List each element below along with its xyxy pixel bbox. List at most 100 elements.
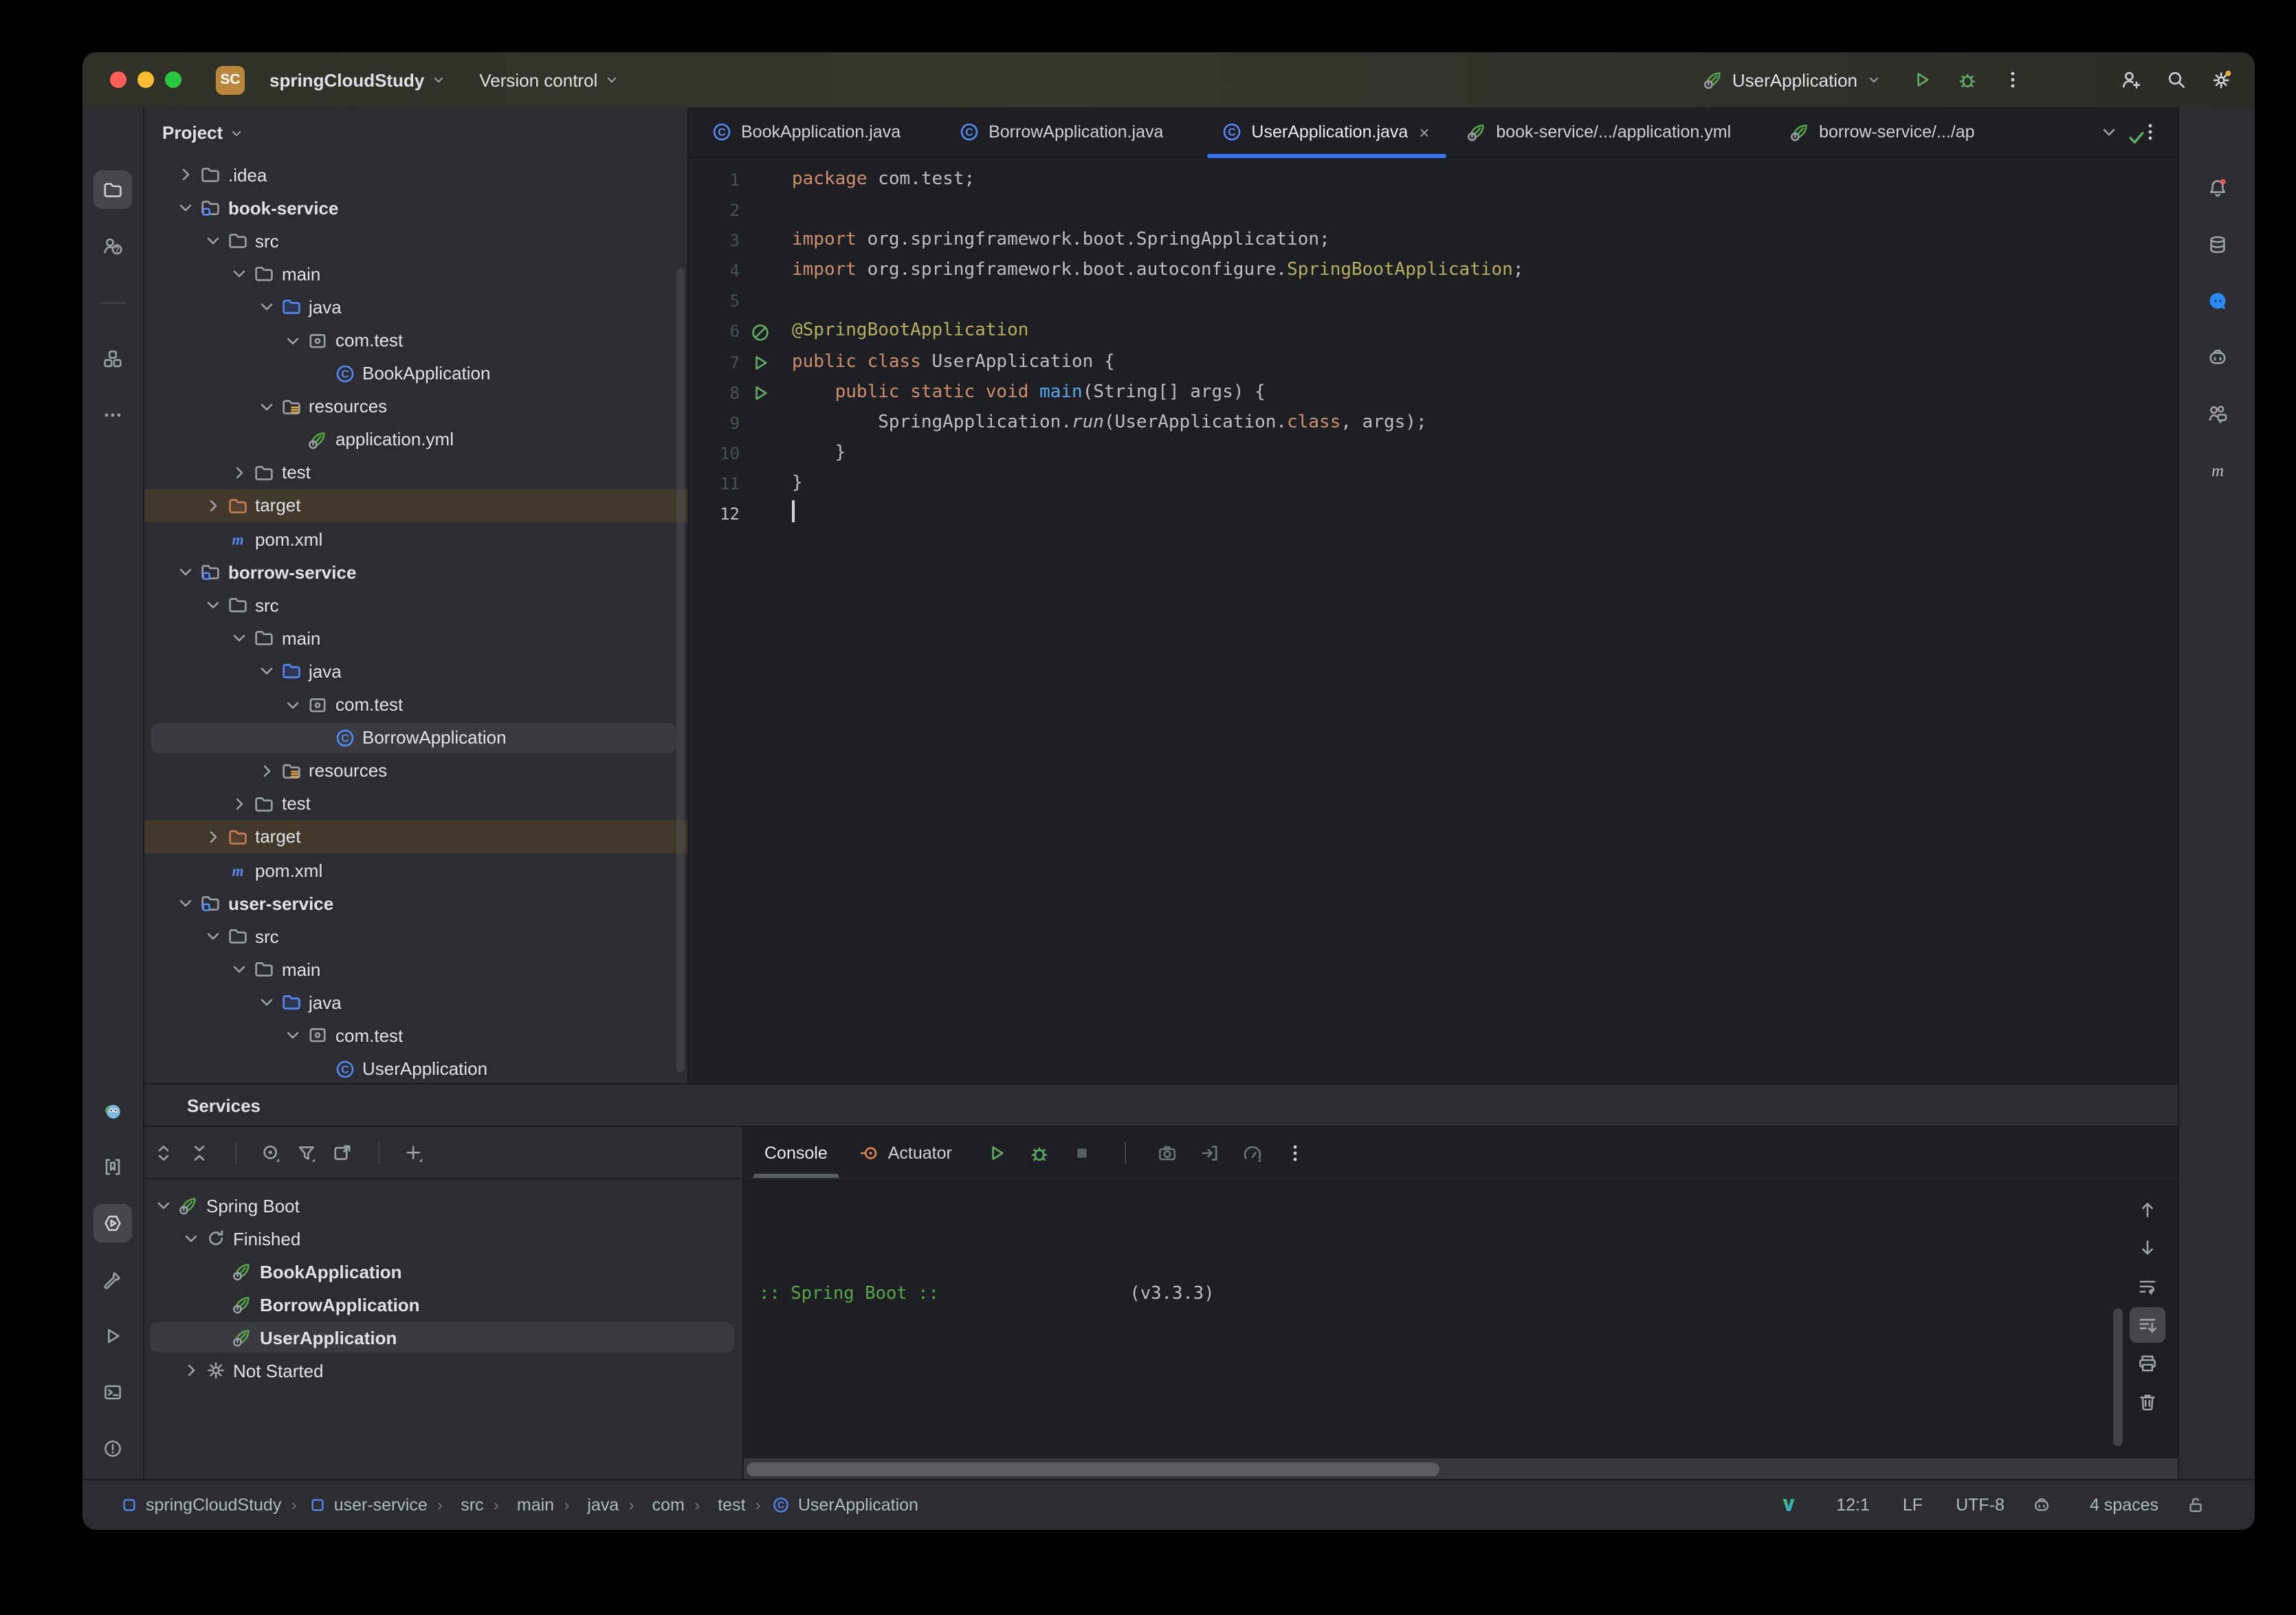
project-switcher[interactable]: springCloudStudy	[261, 64, 454, 96]
bell-icon[interactable]	[2198, 169, 2236, 208]
minimize-window-button[interactable]	[137, 71, 154, 88]
editor-tab[interactable]: C BookApplication.java	[694, 107, 942, 157]
target-icon[interactable]	[257, 1139, 285, 1166]
print-icon[interactable]	[2130, 1346, 2165, 1381]
newTab-icon[interactable]	[329, 1139, 356, 1166]
tab-console[interactable]: Console	[749, 1127, 843, 1178]
statusbar-widget[interactable]	[2186, 1495, 2211, 1515]
close-window-button[interactable]	[110, 71, 126, 88]
tree-item[interactable]: resources	[144, 754, 687, 787]
tree-chevron-icon[interactable]	[282, 1025, 304, 1047]
debug-icon[interactable]	[1026, 1139, 1054, 1166]
tree-item[interactable]: user-service	[144, 887, 687, 920]
tree-chevron-icon[interactable]	[255, 992, 277, 1014]
userHelp-icon[interactable]: ?	[93, 227, 132, 265]
tree-item[interactable]: m pom.xml	[144, 522, 687, 555]
stop-icon[interactable]	[1069, 1139, 1096, 1166]
console-horizontal-scrollbar[interactable]	[744, 1458, 2178, 1480]
trash-icon[interactable]	[2130, 1384, 2165, 1420]
tree-item[interactable]: target	[144, 820, 687, 854]
servicesIcon-icon[interactable]	[93, 1204, 132, 1243]
more-icon[interactable]	[93, 396, 132, 434]
more-actions-icon[interactable]	[1999, 66, 2027, 93]
expandAll-icon[interactable]	[150, 1139, 177, 1166]
tree-chevron-icon[interactable]	[255, 759, 277, 781]
tree-item[interactable]: target	[144, 489, 687, 523]
tree-chevron-icon[interactable]	[228, 793, 250, 815]
run-icon[interactable]	[742, 351, 777, 373]
tree-item[interactable]: m pom.xml	[144, 854, 687, 887]
kebab-icon[interactable]	[1282, 1139, 1310, 1166]
collapseAll-icon[interactable]	[186, 1139, 213, 1166]
statusbar-widget[interactable]: LF	[1897, 1495, 1923, 1515]
breadcrumb-item[interactable]: › src	[433, 1495, 484, 1515]
tree-item[interactable]: main	[144, 258, 687, 291]
run-icon[interactable]	[742, 381, 777, 403]
tree-chevron-icon[interactable]	[228, 959, 250, 981]
breadcrumb-item[interactable]: › C UserApplication	[751, 1495, 918, 1515]
service-item[interactable]: UserApplication	[144, 1321, 742, 1354]
statusbar-widget[interactable]	[1778, 1495, 1803, 1515]
down-icon[interactable]	[2130, 1230, 2165, 1266]
breadcrumb-item[interactable]: › test	[690, 1495, 746, 1515]
search-everywhere-icon[interactable]	[2163, 66, 2190, 93]
breadcrumb-item[interactable]: › user-service	[287, 1495, 428, 1515]
tree-item[interactable]: com.test	[144, 324, 687, 357]
breadcrumb-item[interactable]: › java	[560, 1495, 619, 1515]
breadcrumb-item[interactable]: › main	[489, 1495, 555, 1515]
debug-button[interactable]	[1954, 66, 1981, 93]
sep-icon[interactable]	[221, 1139, 249, 1166]
statusbar-widget[interactable]: UTF-8	[1950, 1495, 2005, 1515]
project-panel-header[interactable]: Project	[144, 107, 687, 158]
softwrap-icon[interactable]	[2130, 1269, 2165, 1304]
camera-icon[interactable]	[1154, 1139, 1182, 1166]
sep-icon[interactable]	[1112, 1139, 1139, 1166]
tree-item[interactable]: resources	[144, 390, 687, 423]
service-item[interactable]: Finished	[144, 1222, 742, 1255]
hidden-tabs-chevron-icon[interactable]	[2098, 121, 2120, 143]
tree-item[interactable]: .idea	[144, 158, 687, 191]
terminal-icon[interactable]	[93, 1373, 132, 1412]
tree-chevron-icon[interactable]	[228, 462, 250, 484]
project-tree-scrollbar[interactable]	[676, 268, 685, 1072]
close-tab-icon[interactable]: ×	[1419, 122, 1433, 142]
breadcrumb-item[interactable]: › com	[624, 1495, 685, 1515]
tree-item[interactable]: main	[144, 953, 687, 986]
run-configuration-selector[interactable]: UserApplication	[1694, 67, 1890, 92]
tree-item[interactable]: test	[144, 788, 687, 821]
service-item[interactable]: Spring Boot	[144, 1189, 742, 1222]
mascot-icon[interactable]	[93, 1091, 132, 1130]
tree-chevron-icon[interactable]	[175, 197, 197, 219]
tree-item[interactable]: src	[144, 224, 687, 257]
statusbar-widget[interactable]: 12:1	[1831, 1495, 1870, 1515]
tree-item[interactable]: java	[144, 655, 687, 688]
tree-chevron-icon[interactable]	[179, 1227, 201, 1249]
filter-icon[interactable]	[293, 1139, 320, 1166]
tab-actuator[interactable]: Actuator	[843, 1127, 967, 1178]
console-output[interactable]: :: Spring Boot :: (v3.3.3) 2024-08-25T17…	[744, 1178, 2117, 1453]
tree-item[interactable]: com.test	[144, 1019, 687, 1052]
tree-item[interactable]: borrow-service	[144, 555, 687, 588]
problems-icon[interactable]	[93, 1429, 132, 1468]
tree-item[interactable]: java	[144, 291, 687, 324]
db-icon[interactable]	[2198, 225, 2236, 264]
tree-item[interactable]: com.test	[144, 688, 687, 721]
tree-item[interactable]: java	[144, 986, 687, 1019]
export-icon[interactable]	[1197, 1139, 1224, 1166]
tree-item[interactable]: book-service	[144, 191, 687, 224]
tree-item[interactable]: C BorrowApplication	[144, 721, 687, 754]
service-item[interactable]: BorrowApplication	[144, 1288, 742, 1321]
tree-chevron-icon[interactable]	[175, 164, 197, 186]
copilot-icon[interactable]	[2198, 338, 2236, 377]
editor-tab[interactable]: borrow-service/.../ap	[1772, 107, 2016, 157]
tree-chevron-icon[interactable]	[282, 329, 304, 351]
run-icon[interactable]	[984, 1139, 1011, 1166]
tree-item[interactable]: main	[144, 622, 687, 655]
console-vertical-scrollbar[interactable]	[2113, 1308, 2123, 1446]
statusbar-widget[interactable]: 4 spaces	[2084, 1495, 2159, 1515]
up-icon[interactable]	[2130, 1192, 2165, 1227]
version-control-menu[interactable]: Version control	[471, 64, 628, 96]
code-area[interactable]: 1 package com.test; 2 3 import org.sprin…	[689, 158, 2178, 1083]
mavenTool-icon[interactable]: m	[2198, 451, 2236, 489]
add-user-icon[interactable]	[2117, 66, 2145, 93]
